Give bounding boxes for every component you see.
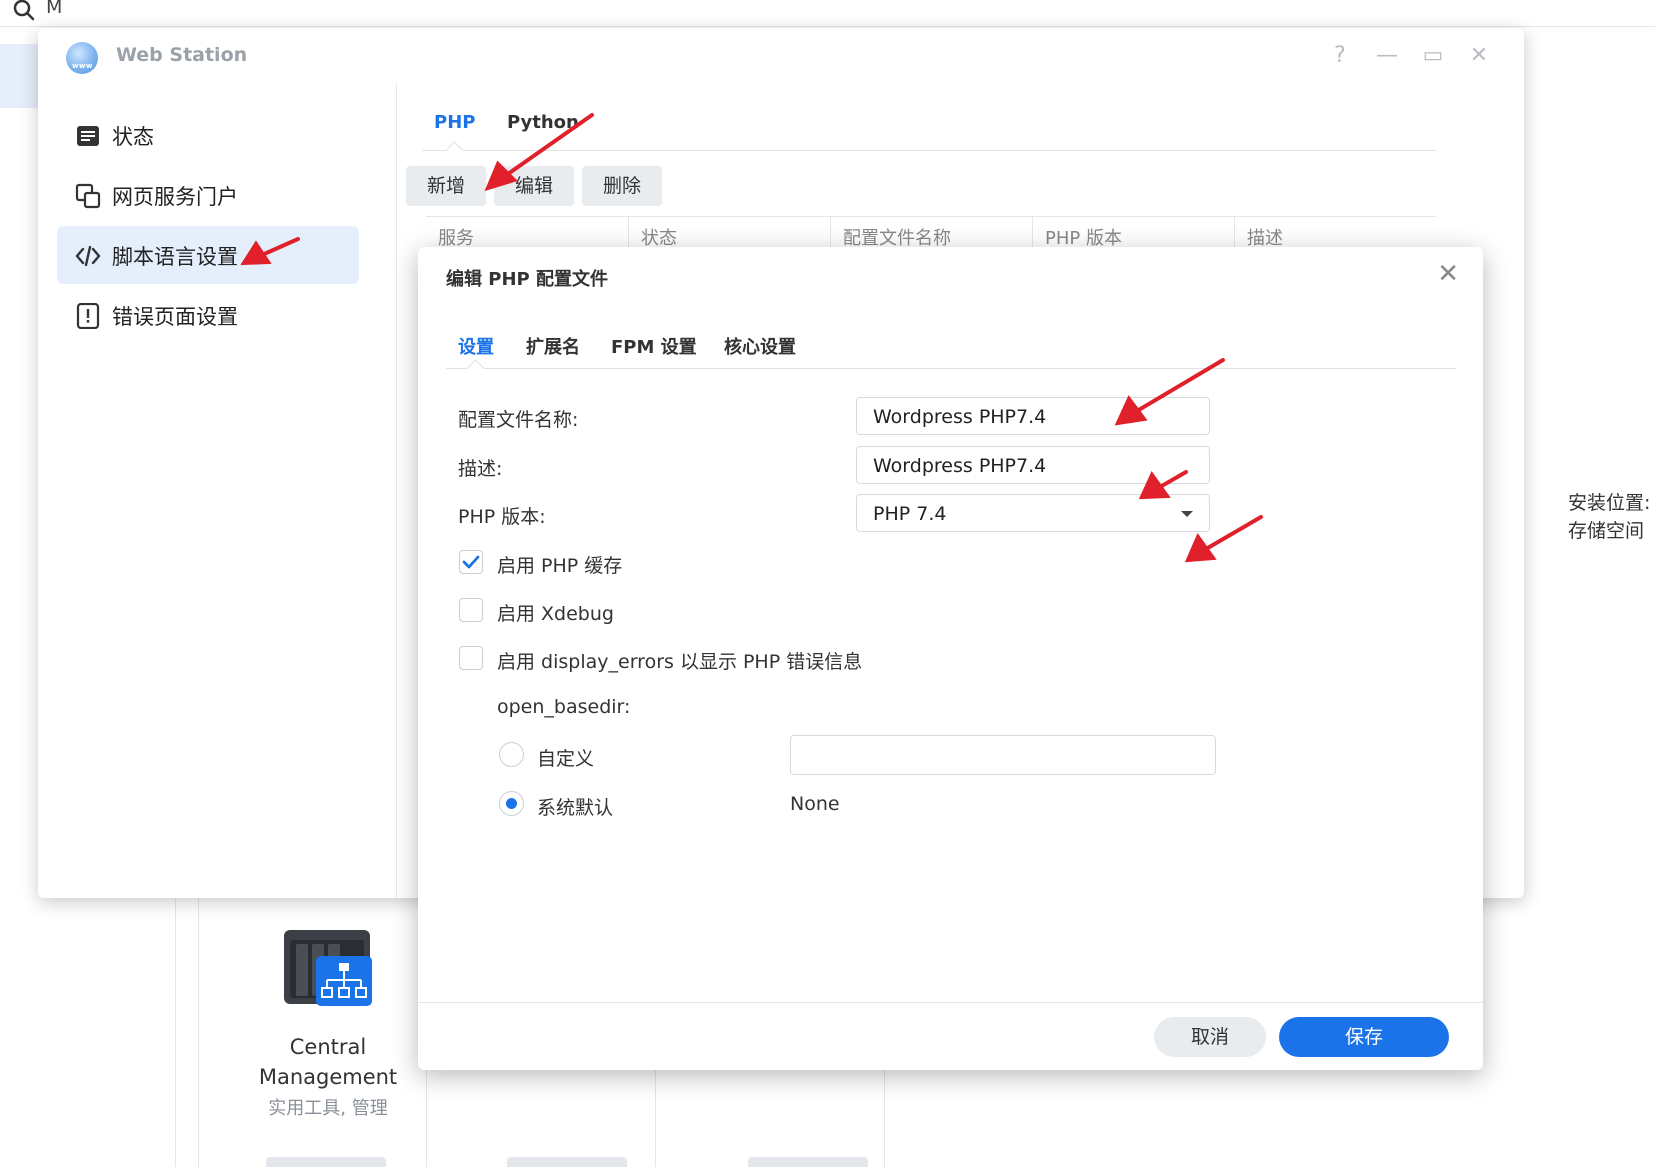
help-icon[interactable]: ? [1326,42,1354,70]
enable-xdebug-label[interactable]: 启用 Xdebug [497,599,614,626]
sidebar-item-error-page[interactable]: 错误页面设置 [57,286,359,344]
sidebar-item-web-portal[interactable]: 网页服务门户 [57,166,359,224]
php-version-label: PHP 版本: [458,506,546,528]
edit-button[interactable]: 编辑 [494,166,574,206]
checkmark-icon [462,555,480,569]
description-input[interactable]: Wordpress PHP7.4 [856,446,1210,484]
storage-space-label: 存储空间 [1568,520,1645,542]
background-card-button[interactable] [748,1157,868,1167]
edit-php-profile-dialog: 编辑 PHP 配置文件 ✕ 设置 扩展名 FPM 设置 核心设置 配置文件名称:… [418,247,1483,1070]
maximize-icon[interactable]: ▭ [1419,42,1447,70]
enable-xdebug-checkbox[interactable] [459,598,483,622]
close-icon[interactable]: ✕ [1465,42,1493,70]
background-left-accent [0,44,38,108]
dialog-tabs: 设置 扩展名 FPM 设置 核心设置 [446,315,1456,378]
sidebar-item-label: 脚本语言设置 [112,245,238,269]
sidebar-item-status[interactable]: 状态 [57,106,359,164]
search-icon[interactable] [12,0,36,22]
open-basedir-default-radio[interactable] [499,791,524,816]
enable-display-errors-checkbox[interactable] [459,646,483,670]
sidebar-item-label: 状态 [112,125,154,149]
chevron-down-icon [1181,511,1193,517]
open-basedir-custom-input[interactable] [790,735,1216,775]
tab-python[interactable]: Python [507,112,579,133]
enable-php-cache-label[interactable]: 启用 PHP 缓存 [497,551,622,578]
code-icon [75,245,101,267]
php-version-selected-value: PHP 7.4 [873,503,947,525]
sidebar-item-script-language[interactable]: 脚本语言设置 [57,226,359,284]
minimize-icon[interactable]: — [1373,42,1401,70]
enable-display-errors-label[interactable]: 启用 display_errors 以显示 PHP 错误信息 [497,647,862,674]
background-topbar [0,0,1655,27]
central-management-app-icon [282,930,374,1010]
window-title: Web Station [116,44,248,66]
background-divider [655,1070,656,1167]
background-search-text: M [46,0,63,18]
portal-icon [75,183,101,209]
web-station-logo-icon: www [66,42,98,74]
tab-core-settings[interactable]: 核心设置 [724,333,796,359]
profile-name-label: 配置文件名称: [458,409,579,431]
tab-extensions[interactable]: 扩展名 [526,333,580,359]
delete-button[interactable]: 删除 [582,166,662,206]
background-card-button[interactable] [266,1157,386,1167]
dialog-title: 编辑 PHP 配置文件 [446,269,608,290]
profile-name-input[interactable]: Wordpress PHP7.4 [856,397,1210,435]
card-title-line1: Central [289,1035,367,1059]
status-icon [77,126,99,146]
sidebar-item-label: 错误页面设置 [112,305,238,329]
error-page-icon [76,303,100,329]
card-subtitle: 实用工具, 管理 [268,1098,388,1119]
tab-settings[interactable]: 设置 [458,333,494,359]
window-titlebar[interactable]: www Web Station ? — ▭ ✕ [38,28,1524,84]
open-basedir-label: open_basedir: [497,696,631,718]
tab-php[interactable]: PHP [434,112,475,133]
php-version-select[interactable]: PHP 7.4 [856,494,1210,532]
language-tabs: PHP Python [422,84,1436,160]
open-basedir-default-value: None [790,793,840,815]
active-tab-indicator [445,141,464,160]
install-location-label: 安装位置: [1568,492,1651,514]
sidebar-item-label: 网页服务门户 [112,185,238,209]
open-basedir-default-label[interactable]: 系统默认 [537,793,613,820]
background-divider [884,1070,885,1167]
add-button[interactable]: 新增 [406,166,486,206]
background-card-button[interactable] [507,1157,627,1167]
card-title-line2: Management [258,1065,398,1089]
description-label: 描述: [458,458,503,480]
central-management-card[interactable]: Central Management 实用工具, 管理 [208,930,448,1120]
active-tab-indicator [466,359,485,378]
cancel-button[interactable]: 取消 [1154,1017,1266,1057]
open-basedir-custom-radio[interactable] [499,742,524,767]
sidebar: 状态 网页服务门户 脚本语言设置 错误页面设置 [38,84,397,898]
card-title: Central Management [208,1032,448,1092]
enable-php-cache-checkbox[interactable] [459,550,483,574]
dialog-close-icon[interactable]: ✕ [1437,259,1459,289]
save-button[interactable]: 保存 [1279,1017,1449,1057]
dialog-footer-divider [418,1002,1483,1003]
open-basedir-custom-label[interactable]: 自定义 [537,744,594,771]
tab-fpm-settings[interactable]: FPM 设置 [611,333,697,359]
